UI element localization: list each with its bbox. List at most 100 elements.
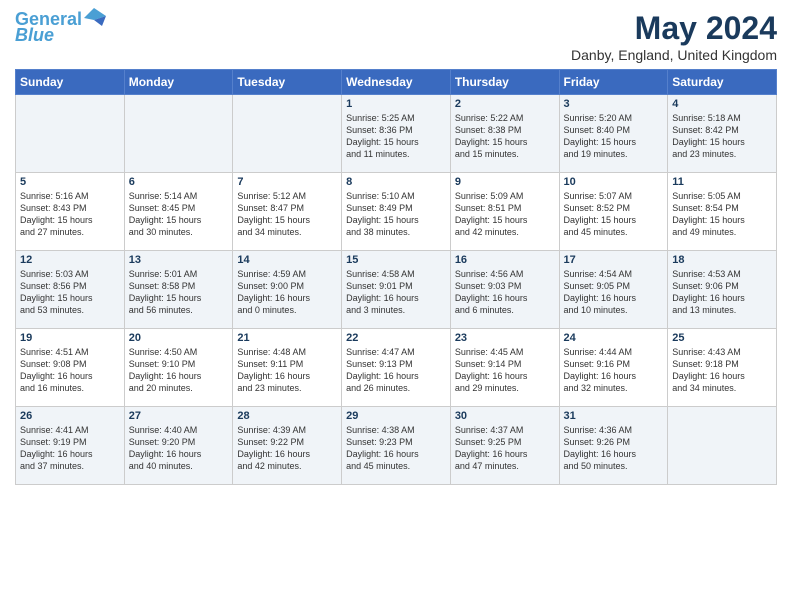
calendar-body: 1Sunrise: 5:25 AM Sunset: 8:36 PM Daylig… (16, 95, 777, 485)
calendar-cell: 4 Sunrise: 5:18 AM Sunset: 8:42 PM Daylig… (668, 95, 777, 173)
calendar-cell: 14Sunrise: 4:59 AM Sunset: 9:00 PM Dayli… (233, 251, 342, 329)
day-number: 4 (672, 98, 772, 110)
calendar-week-row: 26 Sunrise: 4:41 AM Sunset: 9:19 PM Dayli… (16, 407, 777, 485)
day-info: Sunrise: 5:22 AM Sunset: 8:38 PM Dayligh… (455, 112, 555, 161)
day-number: 9 (455, 176, 555, 188)
day-number: 23 (455, 332, 555, 344)
day-info: Sunrise: 5:20 AM Sunset: 8:40 PM Dayligh… (564, 112, 664, 161)
day-info: Sunrise: 5:01 AM Sunset: 8:58 PM Dayligh… (129, 268, 229, 317)
weekday-header: Wednesday (342, 70, 451, 95)
day-number: 21 (237, 332, 337, 344)
calendar-cell: 13 Sunrise: 5:01 AM Sunset: 8:58 PM Dayli… (124, 251, 233, 329)
calendar-week-row: 12Sunrise: 5:03 AM Sunset: 8:56 PM Dayli… (16, 251, 777, 329)
calendar-cell (668, 407, 777, 485)
calendar-table: SundayMondayTuesdayWednesdayThursdayFrid… (15, 69, 777, 485)
day-number: 31 (564, 410, 664, 422)
page: General Blue May 2024 Danby, England, Un… (0, 0, 792, 612)
calendar-cell (124, 95, 233, 173)
day-info: Sunrise: 4:59 AM Sunset: 9:00 PM Dayligh… (237, 268, 337, 317)
day-number: 24 (564, 332, 664, 344)
calendar-cell (16, 95, 125, 173)
day-info: Sunrise: 4:38 AM Sunset: 9:23 PM Dayligh… (346, 424, 446, 473)
day-number: 8 (346, 176, 446, 188)
calendar-cell: 9Sunrise: 5:09 AM Sunset: 8:51 PM Daylig… (450, 173, 559, 251)
day-info: Sunrise: 4:39 AM Sunset: 9:22 PM Dayligh… (237, 424, 337, 473)
title-block: May 2024 Danby, England, United Kingdom (571, 10, 777, 63)
day-number: 17 (564, 254, 664, 266)
day-number: 13 (129, 254, 229, 266)
calendar-cell: 6Sunrise: 5:14 AM Sunset: 8:45 PM Daylig… (124, 173, 233, 251)
day-info: Sunrise: 5:18 AM Sunset: 8:42 PM Dayligh… (672, 112, 772, 161)
calendar-cell: 11 Sunrise: 5:05 AM Sunset: 8:54 PM Dayli… (668, 173, 777, 251)
day-info: Sunrise: 4:58 AM Sunset: 9:01 PM Dayligh… (346, 268, 446, 317)
header: General Blue May 2024 Danby, England, Un… (15, 10, 777, 63)
calendar-cell: 21Sunrise: 4:48 AM Sunset: 9:11 PM Dayli… (233, 329, 342, 407)
calendar-week-row: 1Sunrise: 5:25 AM Sunset: 8:36 PM Daylig… (16, 95, 777, 173)
calendar-header: SundayMondayTuesdayWednesdayThursdayFrid… (16, 70, 777, 95)
day-info: Sunrise: 4:44 AM Sunset: 9:16 PM Dayligh… (564, 346, 664, 395)
day-number: 2 (455, 98, 555, 110)
calendar-cell: 29 Sunrise: 4:38 AM Sunset: 9:23 PM Dayli… (342, 407, 451, 485)
day-number: 25 (672, 332, 772, 344)
logo: General Blue (15, 10, 106, 46)
calendar-cell: 27Sunrise: 4:40 AM Sunset: 9:20 PM Dayli… (124, 407, 233, 485)
weekday-header: Monday (124, 70, 233, 95)
calendar-cell: 19 Sunrise: 4:51 AM Sunset: 9:08 PM Dayli… (16, 329, 125, 407)
day-number: 30 (455, 410, 555, 422)
day-info: Sunrise: 4:51 AM Sunset: 9:08 PM Dayligh… (20, 346, 120, 395)
calendar-cell: 15 Sunrise: 4:58 AM Sunset: 9:01 PM Dayli… (342, 251, 451, 329)
calendar-cell: 18 Sunrise: 4:53 AM Sunset: 9:06 PM Dayli… (668, 251, 777, 329)
day-info: Sunrise: 4:45 AM Sunset: 9:14 PM Dayligh… (455, 346, 555, 395)
weekday-header: Saturday (668, 70, 777, 95)
day-info: Sunrise: 5:05 AM Sunset: 8:54 PM Dayligh… (672, 190, 772, 239)
calendar-cell: 28Sunrise: 4:39 AM Sunset: 9:22 PM Dayli… (233, 407, 342, 485)
day-info: Sunrise: 5:10 AM Sunset: 8:49 PM Dayligh… (346, 190, 446, 239)
day-number: 10 (564, 176, 664, 188)
day-number: 15 (346, 254, 446, 266)
day-number: 29 (346, 410, 446, 422)
calendar-cell: 16Sunrise: 4:56 AM Sunset: 9:03 PM Dayli… (450, 251, 559, 329)
calendar-cell: 26 Sunrise: 4:41 AM Sunset: 9:19 PM Dayli… (16, 407, 125, 485)
calendar-cell (233, 95, 342, 173)
calendar-cell: 12Sunrise: 5:03 AM Sunset: 8:56 PM Dayli… (16, 251, 125, 329)
day-number: 16 (455, 254, 555, 266)
calendar-cell: 22 Sunrise: 4:47 AM Sunset: 9:13 PM Dayli… (342, 329, 451, 407)
calendar-cell: 3 Sunrise: 5:20 AM Sunset: 8:40 PM Daylig… (559, 95, 668, 173)
day-info: Sunrise: 5:14 AM Sunset: 8:45 PM Dayligh… (129, 190, 229, 239)
calendar-cell: 17 Sunrise: 4:54 AM Sunset: 9:05 PM Dayli… (559, 251, 668, 329)
weekday-header: Sunday (16, 70, 125, 95)
month-title: May 2024 (571, 10, 777, 47)
day-info: Sunrise: 4:53 AM Sunset: 9:06 PM Dayligh… (672, 268, 772, 317)
day-info: Sunrise: 5:07 AM Sunset: 8:52 PM Dayligh… (564, 190, 664, 239)
day-info: Sunrise: 4:47 AM Sunset: 9:13 PM Dayligh… (346, 346, 446, 395)
location: Danby, England, United Kingdom (571, 47, 777, 63)
day-info: Sunrise: 4:54 AM Sunset: 9:05 PM Dayligh… (564, 268, 664, 317)
day-info: Sunrise: 5:12 AM Sunset: 8:47 PM Dayligh… (237, 190, 337, 239)
weekday-header: Friday (559, 70, 668, 95)
day-info: Sunrise: 4:50 AM Sunset: 9:10 PM Dayligh… (129, 346, 229, 395)
day-info: Sunrise: 4:36 AM Sunset: 9:26 PM Dayligh… (564, 424, 664, 473)
day-info: Sunrise: 4:41 AM Sunset: 9:19 PM Dayligh… (20, 424, 120, 473)
calendar-week-row: 5 Sunrise: 5:16 AM Sunset: 8:43 PM Daylig… (16, 173, 777, 251)
day-info: Sunrise: 4:40 AM Sunset: 9:20 PM Dayligh… (129, 424, 229, 473)
calendar-week-row: 19 Sunrise: 4:51 AM Sunset: 9:08 PM Dayli… (16, 329, 777, 407)
day-number: 5 (20, 176, 120, 188)
day-info: Sunrise: 5:16 AM Sunset: 8:43 PM Dayligh… (20, 190, 120, 239)
day-number: 7 (237, 176, 337, 188)
calendar-cell: 24 Sunrise: 4:44 AM Sunset: 9:16 PM Dayli… (559, 329, 668, 407)
calendar-cell: 20Sunrise: 4:50 AM Sunset: 9:10 PM Dayli… (124, 329, 233, 407)
day-number: 3 (564, 98, 664, 110)
day-info: Sunrise: 5:25 AM Sunset: 8:36 PM Dayligh… (346, 112, 446, 161)
day-number: 12 (20, 254, 120, 266)
day-number: 11 (672, 176, 772, 188)
calendar-cell: 30Sunrise: 4:37 AM Sunset: 9:25 PM Dayli… (450, 407, 559, 485)
day-number: 19 (20, 332, 120, 344)
weekday-header: Thursday (450, 70, 559, 95)
day-number: 18 (672, 254, 772, 266)
calendar-cell: 25Sunrise: 4:43 AM Sunset: 9:18 PM Dayli… (668, 329, 777, 407)
weekday-row: SundayMondayTuesdayWednesdayThursdayFrid… (16, 70, 777, 95)
day-number: 22 (346, 332, 446, 344)
calendar-cell: 7 Sunrise: 5:12 AM Sunset: 8:47 PM Daylig… (233, 173, 342, 251)
calendar-cell: 1Sunrise: 5:25 AM Sunset: 8:36 PM Daylig… (342, 95, 451, 173)
day-number: 26 (20, 410, 120, 422)
